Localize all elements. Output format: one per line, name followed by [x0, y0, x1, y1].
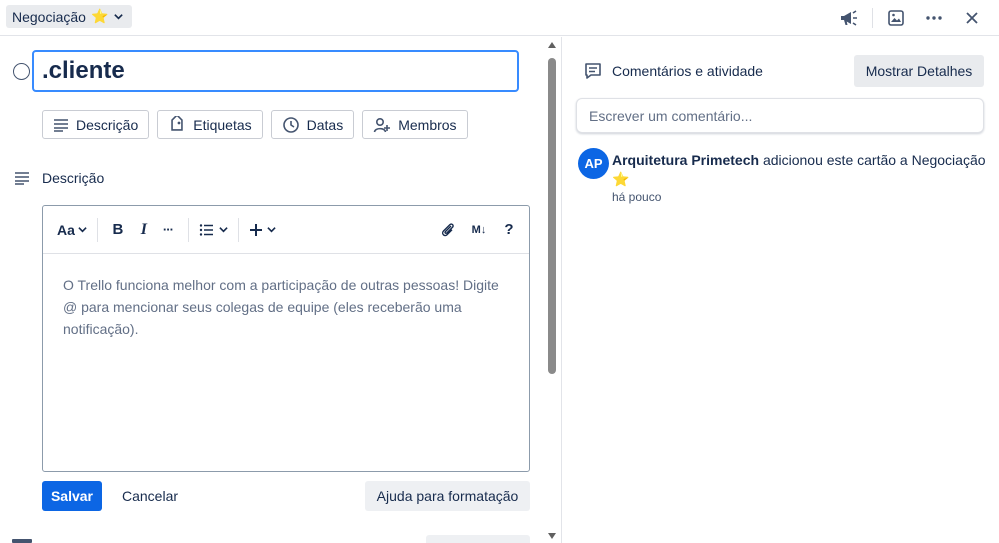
close-icon[interactable]	[957, 4, 987, 32]
activity-time[interactable]: há pouco	[612, 190, 661, 204]
activity-user[interactable]: Arquitetura Primetech	[612, 152, 759, 168]
next-section-icon	[12, 539, 32, 543]
chevron-down-icon	[267, 227, 276, 233]
bold-button[interactable]: B	[108, 216, 128, 244]
chevron-down-icon	[78, 227, 87, 233]
image-icon[interactable]	[881, 4, 911, 32]
description-chip[interactable]: Descrição	[42, 110, 150, 139]
plus-icon	[249, 223, 262, 236]
activity-panel: Comentários e atividade Mostrar Detalhes…	[561, 37, 999, 543]
toolbar-divider	[187, 217, 189, 242]
description-placeholder: O Trello funciona melhor com a participa…	[63, 277, 499, 337]
comment-icon	[585, 63, 601, 79]
chip-label: Descrição	[76, 116, 139, 133]
editor-help-button[interactable]: ?	[499, 216, 519, 244]
star-icon: ⭐	[90, 8, 109, 24]
card-actions: Descrição Etiquetas Datas Membros	[42, 110, 468, 139]
more-icon[interactable]	[919, 4, 949, 32]
complete-checkbox[interactable]	[13, 63, 30, 80]
members-chip[interactable]: Membros	[362, 110, 468, 139]
more-formatting-button[interactable]: ···	[158, 216, 178, 244]
chevron-down-icon	[219, 227, 228, 233]
description-icon	[15, 172, 29, 185]
attachment-button[interactable]	[437, 216, 459, 244]
card-header: Negociação ⭐	[0, 0, 999, 36]
labels-chip[interactable]: Etiquetas	[157, 110, 263, 139]
chevron-down-icon	[114, 14, 124, 20]
activity-action: adicionou este cartão a Negociação	[762, 152, 986, 168]
chip-label: Membros	[398, 116, 457, 133]
clock-icon	[282, 116, 299, 133]
show-details-button[interactable]: Mostrar Detalhes	[854, 55, 984, 87]
toolbar-divider	[237, 217, 239, 242]
italic-label: I	[140, 220, 148, 238]
description-section-header: Descrição	[14, 170, 104, 186]
list-selector[interactable]: Negociação ⭐	[6, 5, 133, 28]
card-title-input[interactable]: .cliente	[32, 50, 519, 92]
editor-toolbar: Aa B I ··· M↓ ?	[43, 206, 529, 254]
markdown-button[interactable]: M↓	[465, 216, 493, 244]
star-icon: ⭐	[612, 171, 630, 187]
scroll-down-arrow[interactable]	[548, 533, 556, 539]
bullet-list-icon	[199, 223, 213, 236]
activity-header: Comentários e atividade	[584, 62, 763, 80]
toolbar-divider	[96, 217, 98, 242]
next-section-button[interactable]	[426, 535, 530, 543]
bold-label: B	[112, 221, 124, 238]
scrollbar[interactable]	[545, 37, 559, 543]
markdown-label: M↓	[471, 223, 487, 236]
activity-heading: Comentários e atividade	[612, 63, 763, 79]
editor-help-label: ?	[504, 221, 514, 238]
scroll-up-arrow[interactable]	[548, 42, 556, 48]
description-icon	[54, 118, 68, 132]
add-member-icon	[373, 117, 391, 132]
scrollbar-thumb[interactable]	[548, 58, 556, 374]
chip-label: Datas	[306, 116, 344, 133]
avatar[interactable]: AP	[578, 148, 609, 179]
description-heading: Descrição	[42, 170, 105, 186]
save-button[interactable]: Salvar	[42, 481, 102, 511]
formatting-help-button[interactable]: Ajuda para formatação	[365, 481, 530, 511]
list-name: Negociação	[12, 8, 86, 25]
insert-button[interactable]	[249, 216, 276, 244]
text-style-button[interactable]: Aa	[57, 216, 87, 244]
header-actions	[826, 4, 987, 32]
megaphone-icon[interactable]	[834, 4, 864, 32]
card-main: .cliente Descrição Etiquetas Datas Membr…	[0, 37, 560, 543]
cancel-button[interactable]: Cancelar	[112, 481, 188, 511]
text-style-label: Aa	[57, 221, 75, 238]
description-editor[interactable]: Aa B I ··· M↓ ? O Trello funciona melhor…	[42, 205, 530, 472]
header-divider	[872, 8, 873, 28]
dates-chip[interactable]: Datas	[270, 110, 355, 139]
more-formatting-label: ···	[162, 222, 174, 237]
italic-button[interactable]: I	[134, 216, 154, 244]
list-button[interactable]	[199, 216, 228, 244]
chip-label: Etiquetas	[193, 116, 252, 133]
activity-entry: Arquitetura Primetech adicionou este car…	[612, 151, 987, 189]
paperclip-icon	[441, 222, 454, 236]
comment-input[interactable]: Escrever um comentário...	[576, 98, 984, 133]
label-icon	[171, 115, 183, 131]
